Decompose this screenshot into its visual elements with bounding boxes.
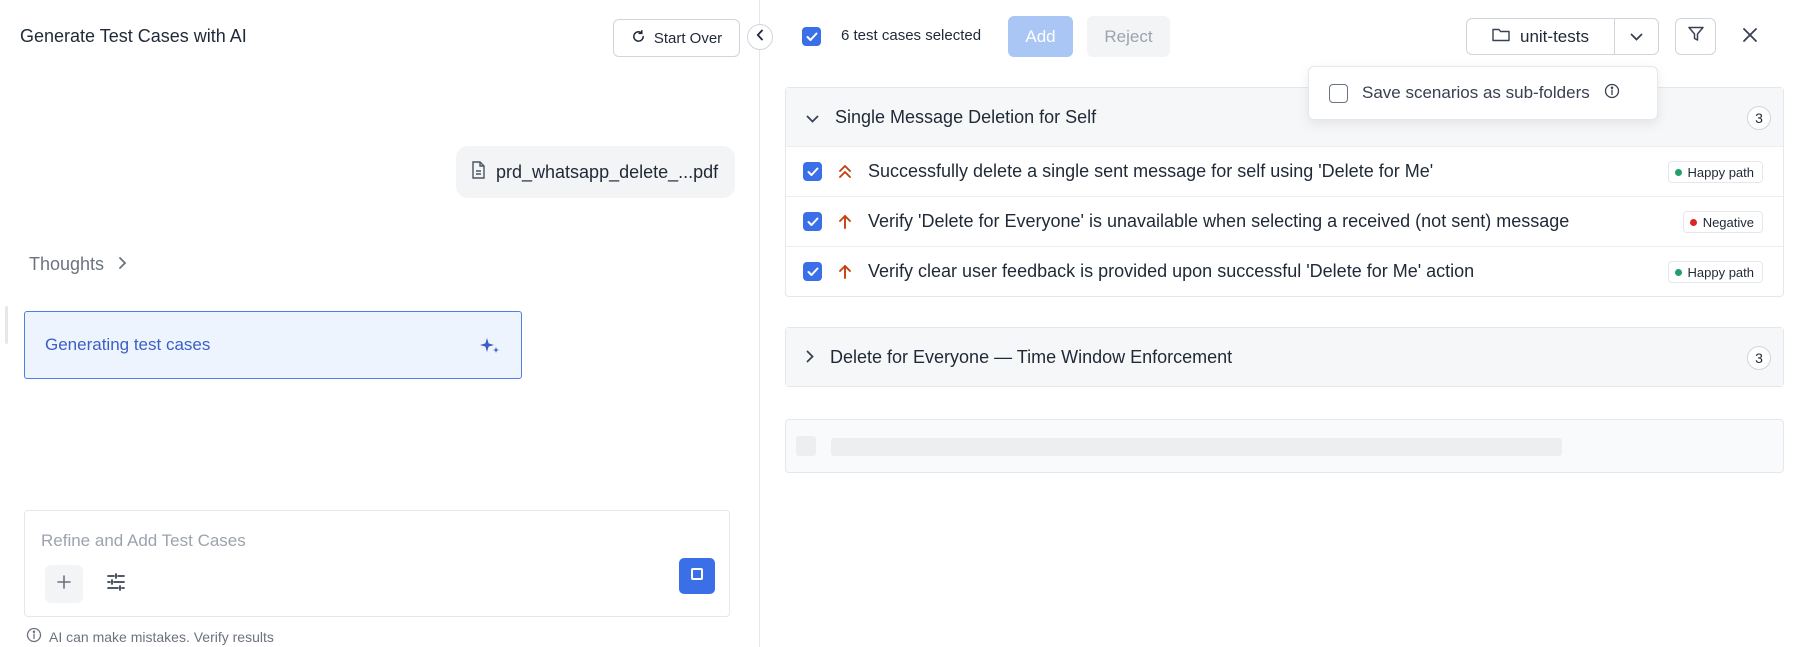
loading-skeleton bbox=[785, 419, 1784, 473]
tag-dot bbox=[1674, 268, 1682, 276]
test-type-tag: Negative bbox=[1682, 211, 1763, 233]
priority-highest-icon bbox=[836, 164, 854, 180]
chevron-right-icon bbox=[118, 254, 127, 275]
chat-panel: Generate Test Cases with AI Start Over p… bbox=[0, 0, 760, 647]
test-case-checkbox[interactable] bbox=[803, 162, 822, 181]
tag-dot bbox=[1674, 168, 1682, 176]
settings-button[interactable] bbox=[97, 565, 135, 603]
subfolder-option-label[interactable]: Save scenarios as sub-folders bbox=[1362, 83, 1590, 103]
add-attachment-button[interactable] bbox=[45, 565, 83, 603]
generating-status-card: Generating test cases bbox=[24, 311, 522, 379]
plus-icon bbox=[56, 574, 72, 595]
thoughts-label: Thoughts bbox=[29, 254, 105, 274]
info-icon[interactable] bbox=[1604, 83, 1620, 104]
test-type-tag: Happy path bbox=[1667, 261, 1763, 283]
scenario-title: Single Message Deletion for Self bbox=[835, 106, 1097, 127]
file-icon bbox=[471, 160, 486, 184]
folder-options-dropdown[interactable] bbox=[1614, 18, 1659, 55]
stop-generation-button[interactable] bbox=[679, 558, 715, 594]
folder-icon bbox=[1492, 27, 1510, 47]
folder-name: unit-tests bbox=[1520, 26, 1589, 46]
chevron-down-icon bbox=[1630, 28, 1643, 46]
check-icon bbox=[802, 27, 821, 46]
start-over-label: Start Over bbox=[653, 29, 723, 47]
tune-icon bbox=[106, 572, 126, 596]
select-all-checkbox[interactable] bbox=[802, 27, 821, 47]
filter-icon bbox=[1687, 25, 1705, 48]
scenario-card: Delete for Everyone — Time Window Enforc… bbox=[785, 327, 1784, 387]
file-name: prd_whatsapp_delete_...pdf bbox=[496, 161, 719, 182]
skeleton-checkbox bbox=[796, 436, 816, 456]
test-case-row[interactable]: Verify 'Delete for Everyone' is unavaila… bbox=[786, 196, 1783, 246]
tag-label: Negative bbox=[1702, 214, 1754, 230]
test-case-row[interactable]: Verify clear user feedback is provided u… bbox=[786, 246, 1783, 296]
tag-dot bbox=[1689, 218, 1697, 226]
test-case-title: Successfully delete a single sent messag… bbox=[868, 161, 1434, 181]
scenario-count-badge: 3 bbox=[1747, 106, 1771, 130]
test-case-title: Verify clear user feedback is provided u… bbox=[868, 261, 1475, 281]
attached-file-chip[interactable]: prd_whatsapp_delete_...pdf bbox=[456, 146, 735, 198]
folder-options-popover: Save scenarios as sub-folders bbox=[1308, 66, 1658, 120]
test-case-checkbox[interactable] bbox=[803, 262, 822, 281]
panel-divider[interactable] bbox=[759, 0, 760, 647]
test-case-checkbox[interactable] bbox=[803, 212, 822, 231]
composer: Refine and Add Test Cases bbox=[24, 510, 730, 617]
filter-button[interactable] bbox=[1675, 18, 1716, 55]
test-case-title: Verify 'Delete for Everyone' is unavaila… bbox=[868, 211, 1570, 231]
chevron-right-icon bbox=[806, 347, 814, 368]
scenario-count-badge: 3 bbox=[1747, 346, 1771, 370]
chevron-down-icon bbox=[806, 107, 819, 128]
sparkle-icon bbox=[479, 336, 501, 361]
info-icon bbox=[26, 627, 42, 646]
tag-label: Happy path bbox=[1687, 164, 1755, 180]
stop-icon bbox=[690, 567, 704, 586]
reject-button[interactable]: Reject bbox=[1087, 16, 1170, 57]
status-label: Generating test cases bbox=[45, 335, 211, 354]
disclaimer-text: AI can make mistakes. Verify results bbox=[49, 628, 274, 645]
subfolder-checkbox[interactable] bbox=[1329, 83, 1348, 103]
close-button[interactable] bbox=[1735, 22, 1765, 52]
start-over-button[interactable]: Start Over bbox=[613, 19, 740, 57]
collapse-panel-button[interactable] bbox=[747, 24, 773, 50]
test-case-row[interactable]: Successfully delete a single sent messag… bbox=[786, 146, 1783, 196]
scenario-header[interactable]: Delete for Everyone — Time Window Enforc… bbox=[786, 328, 1783, 386]
priority-high-icon bbox=[836, 264, 854, 280]
priority-high-icon bbox=[836, 214, 854, 230]
selection-count: 6 test cases selected bbox=[841, 27, 982, 44]
thoughts-toggle[interactable]: Thoughts bbox=[29, 254, 127, 275]
thread-indicator bbox=[5, 306, 8, 344]
test-type-tag: Happy path bbox=[1667, 161, 1763, 183]
scenario-title: Delete for Everyone — Time Window Enforc… bbox=[830, 346, 1233, 367]
add-button[interactable]: Add bbox=[1008, 16, 1073, 57]
ai-disclaimer: AI can make mistakes. Verify results bbox=[26, 627, 274, 646]
skeleton-title bbox=[831, 438, 1562, 456]
page-title: Generate Test Cases with AI bbox=[20, 26, 247, 46]
chevron-left-icon bbox=[756, 28, 764, 46]
folder-select-button[interactable]: unit-tests bbox=[1466, 18, 1615, 55]
tag-label: Happy path bbox=[1687, 264, 1755, 280]
refresh-icon bbox=[631, 29, 646, 48]
close-icon bbox=[1742, 27, 1758, 48]
composer-input[interactable]: Refine and Add Test Cases bbox=[41, 531, 246, 551]
